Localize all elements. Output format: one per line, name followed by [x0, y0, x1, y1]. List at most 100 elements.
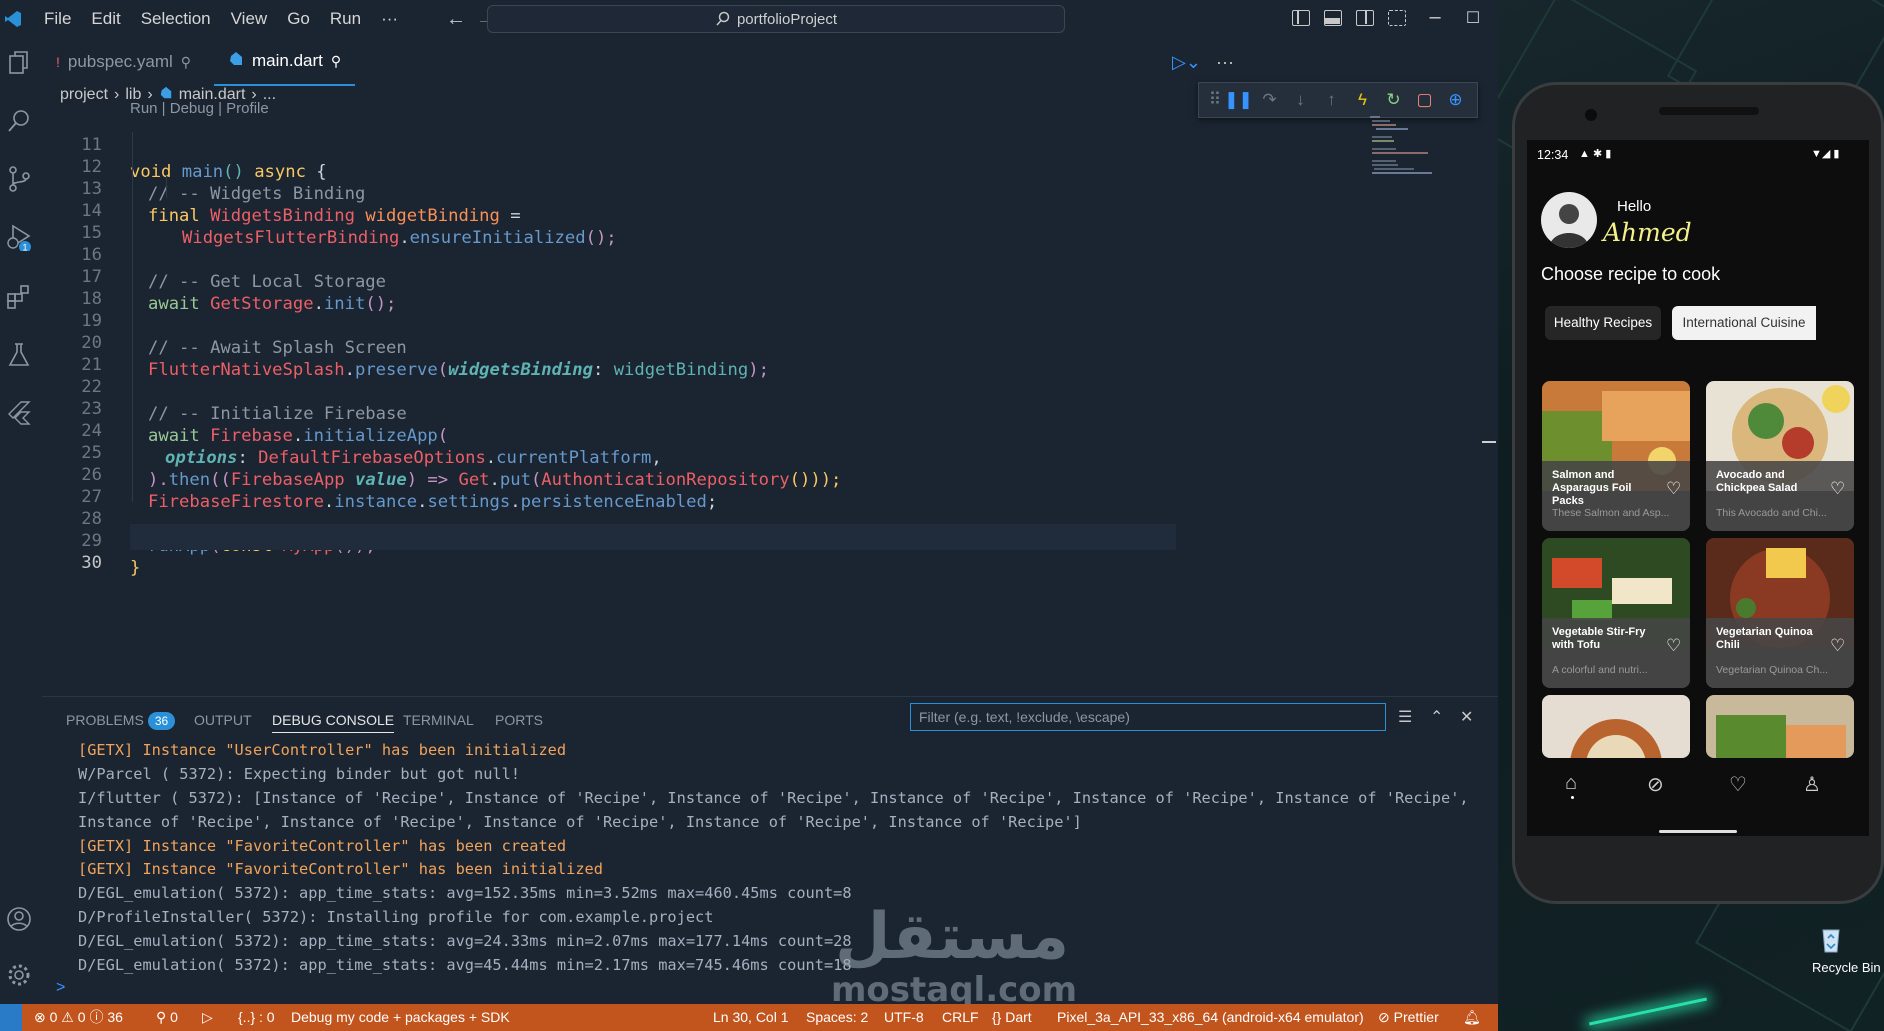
minimap[interactable]: [1370, 116, 1450, 176]
front-camera: [1585, 109, 1597, 121]
recycle-bin-label[interactable]: Recycle Bin: [1812, 960, 1881, 975]
customize-layout-icon[interactable]: [1388, 10, 1406, 26]
extensions-icon[interactable]: [4, 282, 34, 312]
recipe-desc: These Salmon and Asp...: [1552, 507, 1670, 519]
breadcrumb-project[interactable]: project: [60, 86, 108, 104]
maximize-panel-icon[interactable]: ⌃: [1430, 707, 1443, 727]
language-status[interactable]: {} Dart: [992, 1004, 1032, 1031]
tab-pubspec-label: pubspec.yaml: [67, 52, 173, 71]
encoding-status[interactable]: UTF-8: [884, 1004, 924, 1031]
pin-icon[interactable]: ⚲: [181, 54, 191, 71]
bottom-panel: PROBLEMS 36 OUTPUT DEBUG CONSOLE TERMINAL…: [42, 696, 1498, 1004]
recipe-title: Avocado and Chickpea Salad: [1716, 469, 1798, 494]
tab-main-dart-label: main.dart: [252, 51, 323, 70]
settings-gear-icon[interactable]: [4, 960, 34, 990]
console-line: D/EGL_emulation( 5372): app_time_stats: …: [78, 884, 852, 903]
indentation-status[interactable]: Spaces: 2: [806, 1004, 868, 1031]
accounts-icon[interactable]: [4, 904, 34, 934]
notifications-bell-icon[interactable]: 🔔︎: [1463, 1004, 1481, 1031]
tab-ports[interactable]: PORTS: [495, 707, 543, 733]
recipe-card[interactable]: [1542, 695, 1690, 758]
menu-run[interactable]: Run: [320, 0, 371, 38]
pin-icon[interactable]: ⚲: [331, 53, 341, 70]
status-icons: ▲ ✱ ▮: [1579, 148, 1612, 160]
ports-status[interactable]: ⚲ 0: [156, 1004, 178, 1031]
prettier-status[interactable]: ⊘ Prettier: [1378, 1004, 1439, 1031]
recipe-card[interactable]: Vegetable Stir-Fry with Tofu A colorful …: [1542, 538, 1690, 688]
toggle-panel-icon[interactable]: [1324, 10, 1342, 26]
minimize-icon[interactable]: –: [1420, 6, 1450, 29]
tab-terminal[interactable]: TERMINAL: [403, 707, 474, 733]
problems-status[interactable]: ⊗ 0 ⚠ 0 ⓘ 36: [34, 1004, 123, 1031]
maximize-icon[interactable]: ☐: [1458, 8, 1488, 28]
indent-guide: [166, 176, 167, 198]
nav-favorites-heart-icon[interactable]: ♡: [1729, 772, 1747, 797]
debug-console-output[interactable]: [GETX] Instance "UserController" has bee…: [78, 739, 1498, 978]
testing-icon[interactable]: [4, 340, 34, 370]
gesture-bar[interactable]: [1659, 830, 1737, 833]
run-dropdown-icon[interactable]: ▷⌄: [1172, 52, 1201, 73]
menu-go[interactable]: Go: [277, 0, 320, 38]
status-time: 12:34: [1537, 148, 1569, 162]
code-editor[interactable]: Run | Debug | Profile 11 void main() asy…: [42, 100, 1482, 696]
menu-file[interactable]: File: [34, 0, 81, 38]
console-line: [GETX] Instance "FavoriteController" has…: [78, 836, 567, 855]
debug-icon[interactable]: ▷: [202, 1004, 213, 1031]
menu-edit[interactable]: Edit: [81, 0, 130, 38]
nav-explore-compass-icon[interactable]: ⊘: [1647, 772, 1664, 797]
favorite-heart-icon[interactable]: ♡: [1830, 636, 1845, 656]
toggle-secondary-sidebar-icon[interactable]: [1356, 10, 1374, 26]
eol-status[interactable]: CRLF: [942, 1004, 979, 1031]
nav-home-icon[interactable]: ⌂: [1565, 772, 1577, 795]
back-arrow-icon[interactable]: ←: [446, 8, 466, 31]
favorite-heart-icon[interactable]: ♡: [1666, 636, 1681, 656]
recipe-card[interactable]: Salmon and Asparagus Foil Packs These Sa…: [1542, 381, 1690, 531]
console-prompt[interactable]: >: [56, 979, 65, 997]
dart-file-icon: [228, 51, 244, 72]
menu-more[interactable]: ···: [371, 0, 408, 38]
braces-status[interactable]: {..} : 0: [238, 1004, 275, 1031]
close-panel-icon[interactable]: ✕: [1460, 707, 1473, 727]
tab-pubspec[interactable]: ! pubspec.yaml ⚲: [42, 38, 205, 86]
console-line: [GETX] Instance "FavoriteController" has…: [78, 860, 603, 879]
recipe-card[interactable]: [1706, 695, 1854, 758]
console-filter-input[interactable]: Filter (e.g. text, !exclude, \escape): [910, 703, 1386, 731]
favorite-heart-icon[interactable]: ♡: [1666, 479, 1681, 499]
remote-indicator[interactable]: [0, 1004, 22, 1031]
console-line: [GETX] Instance "UserController" has bee…: [78, 741, 567, 759]
svg-text:1: 1: [23, 243, 28, 252]
device-status[interactable]: Pixel_3a_API_33_x86_64 (android-x64 emul…: [1057, 1004, 1364, 1031]
cursor-position[interactable]: Ln 30, Col 1: [713, 1004, 789, 1031]
mostaql-watermark: مستقل mostaql.com: [825, 900, 1077, 1010]
menu-view[interactable]: View: [221, 0, 278, 38]
toggle-primary-sidebar-icon[interactable]: [1292, 10, 1310, 26]
source-control-icon[interactable]: [4, 164, 34, 194]
more-actions-icon[interactable]: ···: [1216, 52, 1234, 73]
vscode-logo-icon: [4, 10, 22, 28]
favorite-heart-icon[interactable]: ♡: [1830, 479, 1845, 499]
chip-international-cuisine[interactable]: International Cuisine: [1672, 306, 1816, 340]
tab-output[interactable]: OUTPUT: [194, 707, 252, 733]
recycle-bin-icon[interactable]: [1816, 924, 1850, 954]
debug-target-status[interactable]: Debug my code + packages + SDK: [291, 1004, 510, 1031]
recipe-desc: This Avocado and Chi...: [1716, 507, 1827, 519]
recipe-image: [1542, 695, 1690, 758]
tab-main-dart[interactable]: main.dart ⚲: [214, 38, 356, 86]
recipe-card[interactable]: Vegetarian Quinoa Chili Vegetarian Quino…: [1706, 538, 1854, 688]
search-icon[interactable]: [4, 106, 34, 136]
run-debug-icon[interactable]: 1: [4, 222, 34, 252]
recipe-title: Salmon and Asparagus Foil Packs: [1552, 469, 1632, 507]
tab-problems[interactable]: PROBLEMS 36: [66, 707, 176, 733]
nav-profile-icon[interactable]: ♙: [1803, 772, 1821, 797]
clear-console-icon[interactable]: ☰: [1398, 707, 1412, 727]
avatar[interactable]: [1541, 192, 1597, 248]
command-center-search[interactable]: portfolioProject: [487, 5, 1065, 33]
recipe-title: Vegetarian Quinoa Chili: [1716, 626, 1813, 651]
tab-debug-console[interactable]: DEBUG CONSOLE: [272, 707, 395, 733]
recipe-card[interactable]: Avocado and Chickpea Salad This Avocado …: [1706, 381, 1854, 531]
chip-healthy-recipes[interactable]: Healthy Recipes: [1545, 306, 1661, 340]
flutter-icon[interactable]: [4, 398, 34, 428]
page-heading: Choose recipe to cook: [1541, 264, 1721, 284]
explorer-icon[interactable]: [4, 48, 34, 78]
menu-selection[interactable]: Selection: [131, 0, 221, 38]
